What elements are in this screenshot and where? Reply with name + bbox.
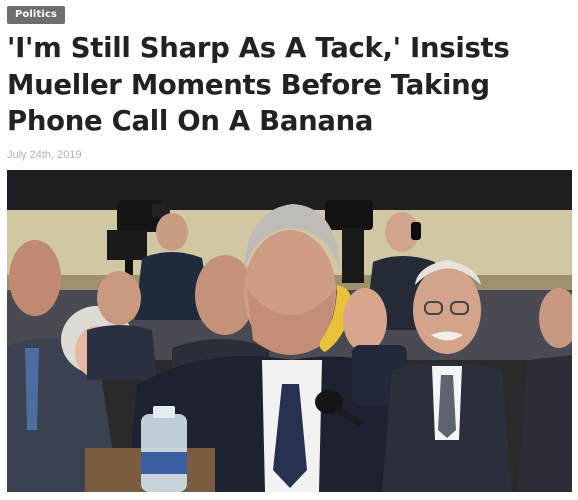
article-headline[interactable]: 'I'm Still Sharp As A Tack,' Insists Mue… xyxy=(7,30,575,140)
publish-date: July 24th, 2019 xyxy=(7,149,82,161)
article-photo xyxy=(7,170,572,492)
category-badge[interactable]: Politics xyxy=(7,6,65,24)
water-bottle xyxy=(141,406,187,492)
